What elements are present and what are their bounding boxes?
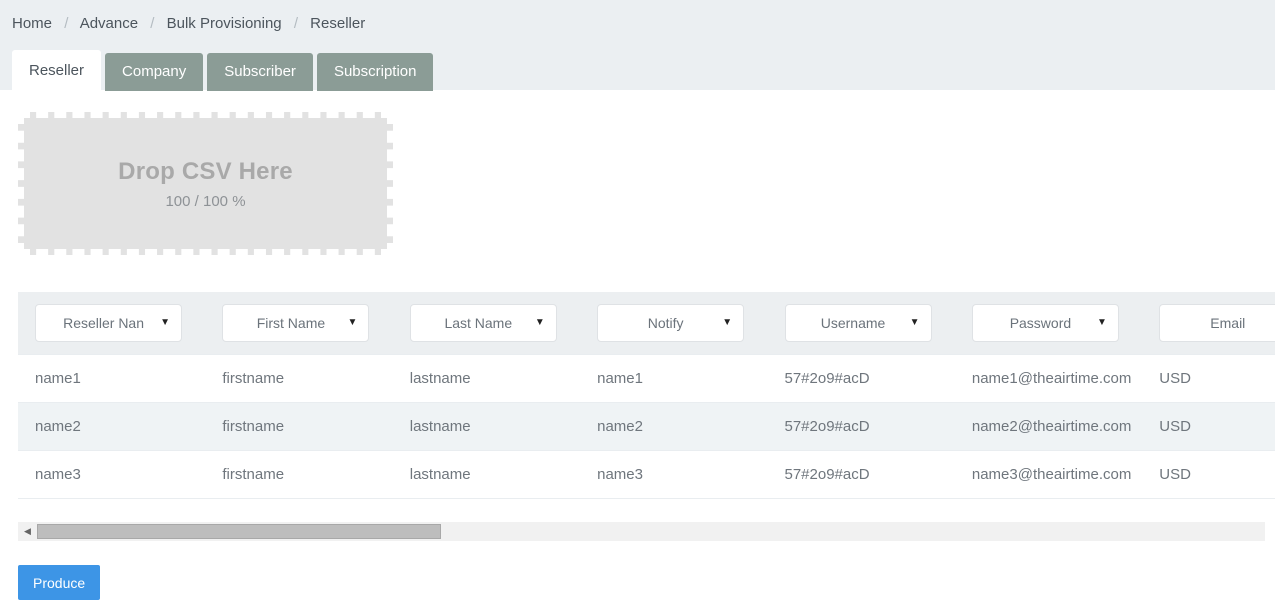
breadcrumb-item-reseller[interactable]: Reseller [310,15,365,32]
column-header-reseller-name: Reseller Nan ▼ [18,292,206,355]
column-header-email: Email ▼ [1142,292,1275,355]
breadcrumb-separator: / [64,15,69,32]
breadcrumb-separator: / [293,15,298,32]
cell-username: 57#2o9#acD [767,354,955,403]
header-cell: Reseller Nan ▼ [18,304,205,342]
cell-reseller-name: name3 [18,450,206,499]
column-mapping-select-1[interactable]: First Name ▼ [222,304,370,342]
cell-reseller-name: name2 [18,402,206,451]
breadcrumb-item-home[interactable]: Home [12,15,52,32]
cell-first-name: firstname [205,402,393,451]
column-mapping-value-3: Notify [647,315,684,331]
chevron-down-icon: ▼ [1096,317,1107,328]
header-cell: Email ▼ [1142,304,1275,342]
dropzone-progress: 100 / 100 % [165,192,246,210]
preview-table-container: Reseller Nan ▼ First Name ▼ Last Name ▼ … [18,292,1275,499]
cell-notify: name1 [580,354,768,403]
column-mapping-select-2[interactable]: Last Name ▼ [409,304,557,342]
cell-email: USD [1142,354,1275,403]
column-mapping-value-5: Password [1009,315,1072,331]
column-mapping-value-1: First Name [256,315,326,331]
breadcrumb-item-advance[interactable]: Advance [80,15,138,32]
horizontal-scrollbar[interactable]: ◀ [18,522,1265,541]
column-mapping-select-5[interactable]: Password ▼ [971,304,1119,342]
table-row: name3 firstname lastname name3 57#2o9#ac… [18,450,1275,499]
breadcrumb-separator: / [150,15,155,32]
produce-button[interactable]: Produce [18,565,101,600]
cell-username: 57#2o9#acD [767,402,955,451]
column-mapping-value-4: Username [820,315,886,331]
csv-dropzone[interactable]: Drop CSV Here 100 / 100 % [18,112,393,255]
column-header-username: Username ▼ [767,292,955,355]
header-cell: Password ▼ [955,304,1142,342]
tab-subscriber[interactable]: Subscriber [207,53,313,91]
tab-subscription[interactable]: Subscription [316,53,434,91]
tab-company[interactable]: Company [105,53,204,91]
column-mapping-value-2: Last Name [444,315,513,331]
table-body: name1 firstname lastname name1 57#2o9#ac… [18,354,1275,499]
cell-username: 57#2o9#acD [767,450,955,499]
column-mapping-select-4[interactable]: Username ▼ [784,304,932,342]
cell-email: USD [1142,450,1275,499]
scroll-left-arrow-icon[interactable]: ◀ [18,522,37,541]
table-header: Reseller Nan ▼ First Name ▼ Last Name ▼ … [18,292,1275,355]
column-header-first-name: First Name ▼ [205,292,393,355]
chevron-down-icon: ▼ [722,317,733,328]
cell-password: name2@theairtime.com [954,402,1143,451]
tab-bar: Reseller Company Subscriber Subscription [12,50,434,91]
cell-last-name: lastname [392,402,581,451]
header-cell: Last Name ▼ [393,304,580,342]
cell-password: name3@theairtime.com [954,450,1143,499]
cell-reseller-name: name1 [18,354,206,403]
table-row: name1 firstname lastname name1 57#2o9#ac… [18,354,1275,403]
breadcrumb: Home / Advance / Bulk Provisioning / Res… [12,15,365,32]
cell-last-name: lastname [392,354,581,403]
column-mapping-value-0: Reseller Nan [63,315,145,331]
cell-first-name: firstname [205,450,393,499]
column-mapping-value-6: Email [1210,315,1246,331]
column-header-password: Password ▼ [954,292,1143,355]
chevron-down-icon: ▼ [534,317,545,328]
header-cell: Notify ▼ [580,304,767,342]
cell-notify: name3 [580,450,768,499]
chevron-down-icon: ▼ [347,317,358,328]
tab-reseller[interactable]: Reseller [12,50,102,91]
cell-email: USD [1142,402,1275,451]
chevron-down-icon: ▼ [160,317,170,328]
dropzone-title: Drop CSV Here [118,157,293,185]
table-header-row: Reseller Nan ▼ First Name ▼ Last Name ▼ … [18,292,1275,355]
cell-notify: name2 [580,402,768,451]
page-header-band: Home / Advance / Bulk Provisioning / Res… [0,0,1275,91]
header-cell: First Name ▼ [205,304,392,342]
column-header-last-name: Last Name ▼ [392,292,581,355]
chevron-down-icon: ▼ [909,317,920,328]
column-mapping-select-0[interactable]: Reseller Nan ▼ [35,304,182,342]
cell-last-name: lastname [392,450,581,499]
preview-table: Reseller Nan ▼ First Name ▼ Last Name ▼ … [18,292,1275,499]
column-mapping-select-6[interactable]: Email ▼ [1159,304,1275,342]
column-header-notify: Notify ▼ [580,292,768,355]
scrollbar-thumb[interactable] [37,524,441,539]
column-mapping-select-3[interactable]: Notify ▼ [597,304,745,342]
cell-first-name: firstname [205,354,393,403]
table-row: name2 firstname lastname name2 57#2o9#ac… [18,402,1275,451]
cell-password: name1@theairtime.com [954,354,1143,403]
header-cell: Username ▼ [768,304,955,342]
breadcrumb-item-bulk-provisioning[interactable]: Bulk Provisioning [167,15,282,32]
